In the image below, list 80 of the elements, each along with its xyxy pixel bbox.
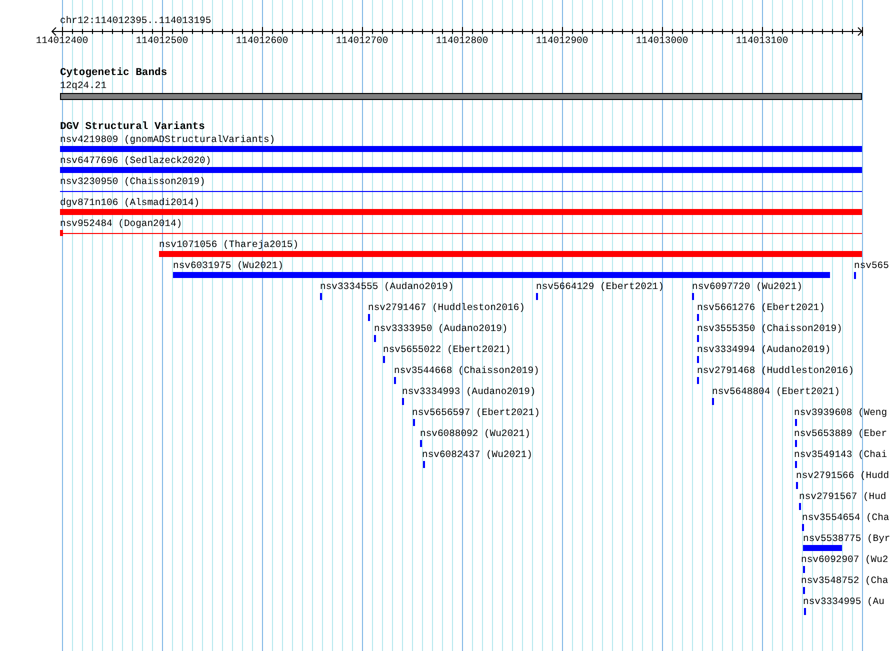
variant-tick[interactable] bbox=[712, 398, 714, 405]
variant-tick[interactable] bbox=[536, 293, 538, 300]
ruler-tick-label: 114012500 bbox=[134, 35, 190, 47]
variant-tick[interactable] bbox=[796, 482, 798, 489]
variant-label[interactable]: nsv5655022 (Ebert2021) bbox=[383, 344, 511, 356]
ruler-tick-label: 114012400 bbox=[34, 35, 90, 47]
variant-label[interactable]: nsv6097720 (Wu2021) bbox=[692, 281, 802, 293]
variant-label[interactable]: nsv5656597 (Ebert2021) bbox=[412, 407, 540, 419]
variant-label[interactable]: nsv5538775 (Byr bbox=[803, 533, 890, 545]
variant-label[interactable]: nsv2791467 (Huddleston2016) bbox=[368, 302, 525, 314]
variant-tick[interactable] bbox=[697, 377, 699, 384]
variant-bar[interactable] bbox=[173, 272, 830, 278]
variant-tick[interactable] bbox=[803, 587, 805, 594]
variant-label[interactable]: nsv3334993 (Audano2019) bbox=[402, 386, 536, 398]
variant-tick[interactable] bbox=[697, 314, 699, 321]
variant-label[interactable]: nsv5661276 (Ebert2021) bbox=[697, 302, 825, 314]
variant-tick[interactable] bbox=[795, 440, 797, 447]
variant-label[interactable]: nsv4219809 (gnomADStructuralVariants) bbox=[60, 134, 276, 146]
variant-label[interactable]: nsv565 bbox=[854, 260, 889, 272]
variant-tick[interactable] bbox=[383, 356, 385, 363]
variant-label[interactable]: nsv3334555 (Audano2019) bbox=[320, 281, 454, 293]
variant-bar[interactable] bbox=[60, 167, 862, 173]
variant-tick[interactable] bbox=[802, 524, 804, 531]
ruler-tick-label: 114013000 bbox=[634, 35, 690, 47]
variant-tick[interactable] bbox=[804, 608, 806, 615]
variant-label[interactable]: nsv5653889 (Eber bbox=[794, 428, 888, 440]
variant-label[interactable]: nsv1071056 (Thareja2015) bbox=[159, 239, 299, 251]
variant-label[interactable]: nsv6088092 (Wu2021) bbox=[420, 428, 530, 440]
variant-label[interactable]: dgv871n106 (Alsmadi2014) bbox=[60, 197, 200, 209]
variant-tick[interactable] bbox=[697, 356, 699, 363]
variant-label[interactable]: nsv3555350 (Chaisson2019) bbox=[697, 323, 842, 335]
variant-label[interactable]: nsv952484 (Dogan2014) bbox=[60, 218, 182, 230]
track-title: DGV Structural Variants bbox=[60, 121, 205, 133]
variant-label[interactable]: nsv3230950 (Chaisson2019) bbox=[60, 176, 206, 188]
variant-tick[interactable] bbox=[423, 461, 425, 468]
variant-tick[interactable] bbox=[795, 461, 797, 468]
variant-tick[interactable] bbox=[795, 419, 797, 426]
variant-tick[interactable] bbox=[854, 272, 856, 279]
variant-label[interactable]: nsv6092907 (Wu2 bbox=[801, 554, 888, 566]
variant-label[interactable]: nsv3333950 (Audano2019) bbox=[374, 323, 508, 335]
variant-bar[interactable] bbox=[60, 146, 862, 152]
ruler-tick-label: 114012900 bbox=[534, 35, 590, 47]
variant-tick[interactable] bbox=[420, 440, 422, 447]
variant-tick[interactable] bbox=[320, 293, 322, 300]
variant-bar[interactable] bbox=[159, 251, 862, 257]
variant-tick[interactable] bbox=[402, 398, 404, 405]
variant-label[interactable]: nsv3544668 (Chaisson2019) bbox=[394, 365, 540, 377]
variant-label[interactable]: nsv3334994 (Audano2019) bbox=[697, 344, 831, 356]
ruler-tick-label: 114013100 bbox=[734, 35, 790, 47]
variant-tick[interactable] bbox=[368, 314, 370, 321]
variant-tick[interactable] bbox=[697, 335, 699, 342]
variant-label[interactable]: nsv3334995 (Au bbox=[803, 596, 884, 608]
variant-tick[interactable] bbox=[374, 335, 376, 342]
variant-line[interactable] bbox=[60, 233, 862, 234]
ruler-tick-label: 114012700 bbox=[334, 35, 390, 47]
variant-line[interactable] bbox=[60, 191, 862, 192]
variant-tick[interactable] bbox=[803, 566, 805, 573]
variant-tick[interactable] bbox=[799, 503, 801, 510]
variant-label[interactable]: nsv5664129 (Ebert2021) bbox=[536, 281, 664, 293]
variant-bar[interactable] bbox=[803, 545, 842, 551]
variant-label[interactable]: nsv2791567 (Hud bbox=[799, 491, 886, 503]
track-title: Cytogenetic Bands bbox=[60, 67, 168, 79]
location-label: chr12:114012395..114013195 bbox=[60, 15, 212, 27]
ruler-tick-label: 114012600 bbox=[234, 35, 290, 47]
variant-label[interactable]: nsv3554654 (Cha bbox=[802, 512, 890, 524]
variant-label[interactable]: nsv6031975 (Wu2021) bbox=[173, 260, 284, 272]
variant-label[interactable]: nsv3548752 (Cha bbox=[801, 575, 888, 587]
variant-label[interactable]: nsv2791468 (Huddleston2016) bbox=[697, 365, 854, 377]
variant-label[interactable]: nsv6082437 (Wu2021) bbox=[422, 449, 532, 461]
variant-tick[interactable] bbox=[394, 377, 396, 384]
variant-label[interactable]: nsv5648804 (Ebert2021) bbox=[712, 386, 840, 398]
variant-label[interactable]: nsv6477696 (Sedlazeck2020) bbox=[60, 155, 212, 167]
ruler-tick-label: 114012800 bbox=[434, 35, 490, 47]
variant-bar[interactable] bbox=[60, 209, 862, 215]
variant-label[interactable]: nsv2791566 (Hudd bbox=[796, 470, 890, 482]
variant-tick[interactable] bbox=[692, 293, 694, 300]
variant-label[interactable]: nsv3939608 (Weng bbox=[794, 407, 888, 419]
variant-tick[interactable] bbox=[413, 419, 415, 426]
variant-label[interactable]: nsv3549143 (Chai bbox=[794, 449, 888, 461]
band-label: 12q24.21 bbox=[60, 80, 107, 92]
